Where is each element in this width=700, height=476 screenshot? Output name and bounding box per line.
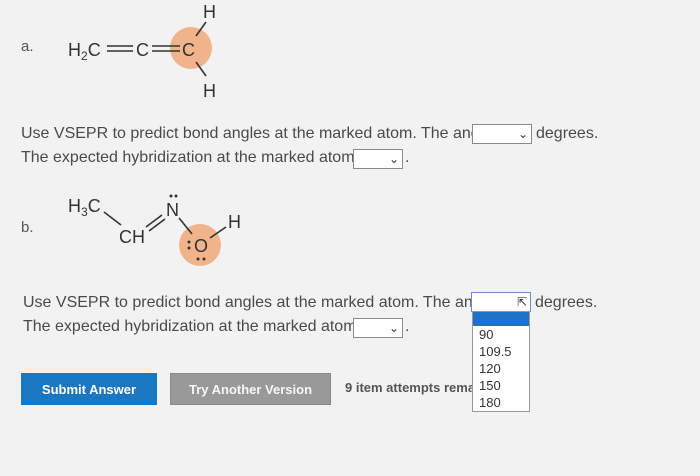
atom-o-marked: O	[194, 236, 208, 256]
period-b: .	[405, 318, 410, 335]
atom-ch: CH	[119, 227, 145, 247]
atom-n: N	[166, 200, 179, 220]
hyb-select-b[interactable]: ⌄	[353, 318, 403, 338]
hyb-select-a[interactable]: ⌄	[353, 149, 403, 169]
atom-c-marked: C	[182, 40, 195, 60]
dropdown-option-120[interactable]: 120	[473, 360, 529, 377]
angle-unit-a: degrees.	[536, 125, 599, 142]
chevron-down-icon: ⌄	[388, 152, 399, 166]
submit-answer-button[interactable]: Submit Answer	[21, 373, 157, 405]
chevron-down-icon: ⌄	[517, 127, 528, 141]
try-another-version-button[interactable]: Try Another Version	[170, 373, 331, 405]
dropdown-option-90[interactable]: 90	[473, 326, 529, 343]
angle-unit-b: degrees.	[535, 294, 598, 311]
dropdown-option-180[interactable]: 180	[473, 394, 529, 411]
atom-h3c: H3C	[68, 196, 101, 219]
atom-h2c: H2C	[68, 40, 101, 63]
dropdown-option-150[interactable]: 150	[473, 377, 529, 394]
dropdown-option-109-5[interactable]: 109.5	[473, 343, 529, 360]
attempts-remaining-text: 9 item attempts rema	[345, 380, 474, 395]
angle-prompt-b: Use VSEPR to predict bond angles at the …	[23, 294, 519, 311]
dropdown-option-empty[interactable]	[473, 312, 529, 326]
period-a: .	[405, 149, 410, 166]
hyb-prompt-b: The expected hybridization at the marked…	[23, 318, 373, 335]
angle-select-a[interactable]: ⌄	[472, 124, 532, 144]
atom-c-center: C	[136, 40, 149, 60]
angle-prompt-a: Use VSEPR to predict bond angles at the …	[21, 125, 517, 142]
hyb-prompt-a: The expected hybridization at the marked…	[21, 149, 371, 166]
atom-h-bottom: H	[203, 81, 216, 101]
cursor-icon: ⇱	[516, 295, 527, 309]
part-b-label: b.	[21, 219, 34, 236]
molecule-b: H3C CH N O H	[68, 194, 241, 266]
angle-options-dropdown[interactable]: 90 109.5 120 150 180	[472, 311, 530, 412]
atom-h: H	[228, 212, 241, 232]
atom-h-top: H	[203, 2, 216, 22]
part-a-label: a.	[21, 38, 34, 55]
chevron-down-icon: ⌄	[388, 321, 399, 335]
molecule-a: H2C C C H H	[68, 2, 216, 101]
angle-select-b[interactable]: ⇱	[471, 292, 531, 312]
